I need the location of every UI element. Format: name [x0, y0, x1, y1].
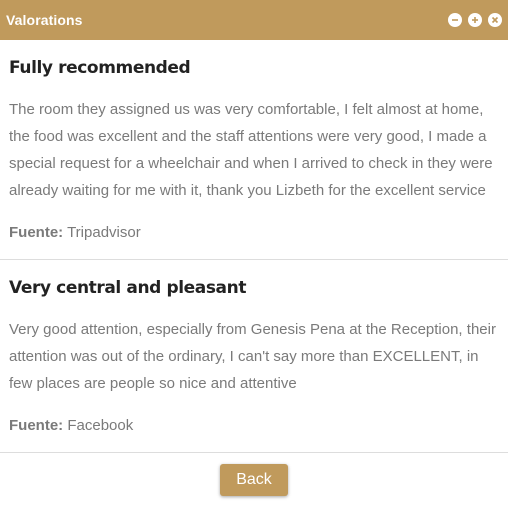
window-controls: [448, 13, 502, 27]
back-button[interactable]: Back: [220, 464, 288, 496]
review-title: Very central and pleasant: [9, 278, 247, 298]
source-label: Fuente:: [9, 224, 64, 241]
minus-icon[interactable]: [448, 13, 462, 27]
source-label: Fuente:: [9, 417, 64, 434]
reviews-list: Fully recommended The room they assigned…: [0, 40, 508, 453]
review-source: Fuente: Tripadvisor: [9, 224, 499, 241]
source-name: Facebook: [67, 417, 134, 434]
window-title: Valorations: [6, 12, 83, 28]
plus-icon[interactable]: [468, 13, 482, 27]
review-text: Very good attention, especially from Gen…: [9, 321, 496, 392]
title-bar: Valorations: [0, 0, 508, 40]
valorations-window: Valorations Fully recommended The room t…: [0, 0, 508, 522]
source-name: Tripadvisor: [67, 224, 141, 241]
review-item: Very central and pleasant Very good atte…: [0, 260, 508, 453]
review-source: Fuente: Facebook: [9, 417, 499, 434]
close-icon[interactable]: [488, 13, 502, 27]
review-text: The room they assigned us was very comfo…: [9, 101, 493, 199]
review-item: Fully recommended The room they assigned…: [0, 40, 508, 260]
review-title: Fully recommended: [9, 58, 191, 78]
footer: Back: [0, 453, 508, 496]
